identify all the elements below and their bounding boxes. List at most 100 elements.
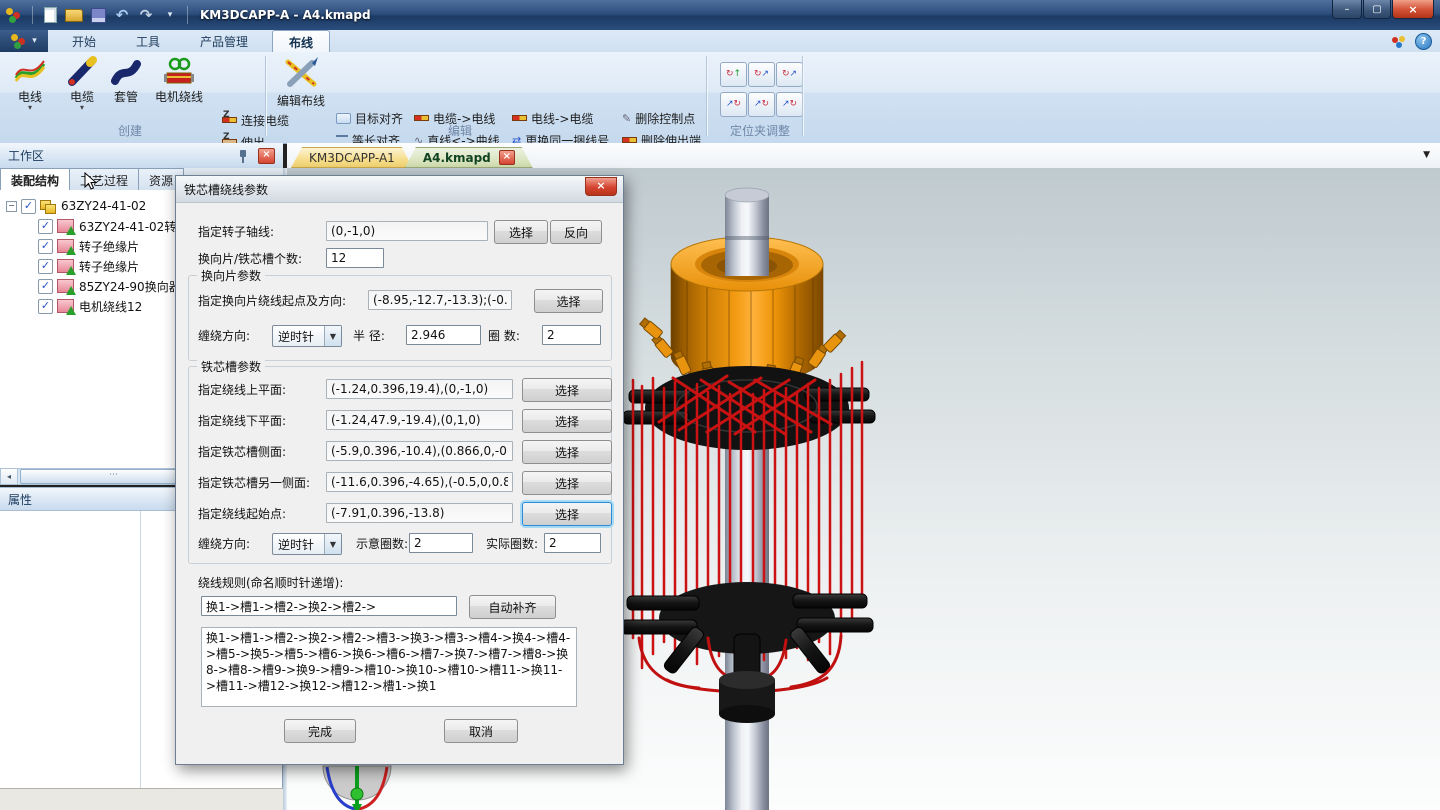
- segment-count-input[interactable]: [326, 248, 384, 268]
- chevron-down-icon: ▾: [32, 36, 37, 46]
- application-menu-button[interactable]: ▾: [0, 30, 48, 52]
- rotor-axis-input[interactable]: [326, 221, 488, 241]
- tab-list-dropdown-icon[interactable]: ▼: [1423, 150, 1430, 160]
- workspace-panel-title: 工作区: [0, 147, 238, 164]
- demo-turns-input[interactable]: [409, 533, 473, 553]
- tab-tools[interactable]: 工具: [120, 30, 176, 52]
- combo-arrow-icon: ▼: [324, 534, 341, 554]
- connect-cable-button[interactable]: Z 连接电缆: [222, 112, 289, 128]
- actual-turns-label: 实际圈数:: [486, 534, 538, 554]
- clamp-adjust-button-1[interactable]: ↻↑: [720, 62, 747, 87]
- tab-product-management[interactable]: 产品管理: [184, 30, 264, 52]
- sleeve-button[interactable]: 套管: [106, 56, 146, 105]
- chevron-down-icon: ▾: [28, 105, 32, 111]
- clamp-adjust-button-6[interactable]: ↗↻: [776, 92, 803, 117]
- clamp-adjust-button-4[interactable]: ↗↻: [720, 92, 747, 117]
- start-point-select-button[interactable]: 选择: [522, 502, 612, 526]
- properties-panel-title: 属性: [8, 491, 32, 508]
- clamp-adjust-button-3[interactable]: ↻↗: [776, 62, 803, 87]
- tree-expander-icon[interactable]: −: [6, 201, 17, 212]
- checkbox-checked[interactable]: ✓: [38, 299, 53, 314]
- lower-plane-select-button[interactable]: 选择: [522, 409, 612, 433]
- new-document-button[interactable]: [41, 7, 59, 23]
- target-align-button[interactable]: 目标对齐: [336, 110, 403, 126]
- delete-control-point-icon: ✎: [622, 113, 631, 124]
- done-button[interactable]: 完成: [284, 719, 356, 743]
- demo-turns-label: 示意圈数:: [356, 534, 408, 554]
- pin-icon[interactable]: [238, 149, 248, 163]
- edit-routing-button[interactable]: 编辑布线: [272, 56, 330, 109]
- workspace-close-button[interactable]: ×: [258, 148, 275, 164]
- dialog-close-button[interactable]: ×: [585, 177, 617, 196]
- slot-side-select-button[interactable]: 选择: [522, 440, 612, 464]
- start-point-input[interactable]: [326, 503, 513, 523]
- close-window-button[interactable]: ×: [1392, 0, 1434, 19]
- checkbox-checked[interactable]: ✓: [38, 239, 53, 254]
- tree-item-label[interactable]: 转子绝缘片: [79, 238, 139, 255]
- slot-other-side-label: 指定铁芯槽另一侧面:: [198, 473, 310, 493]
- slot-direction-combobox[interactable]: 逆时针 ▼: [272, 533, 342, 555]
- save-button[interactable]: [89, 7, 107, 23]
- edit-group-label: 编辑: [400, 122, 520, 139]
- part-icon: [57, 279, 74, 293]
- part-icon: [57, 239, 74, 253]
- dialog-title-bar[interactable]: 铁芯槽绕线参数 ×: [176, 176, 623, 203]
- help-icon[interactable]: ?: [1415, 33, 1432, 50]
- qat-dropdown-icon[interactable]: ▾: [161, 7, 179, 23]
- lower-plane-input[interactable]: [326, 410, 513, 430]
- commutator-start-input[interactable]: [368, 290, 512, 310]
- radius-input[interactable]: [406, 325, 481, 345]
- checkbox-checked[interactable]: ✓: [38, 259, 53, 274]
- wire-icon: [13, 56, 47, 86]
- rotor-axis-label: 指定转子轴线:: [198, 222, 274, 242]
- tree-item-label[interactable]: 电机绕线12: [79, 298, 142, 315]
- rotor-axis-reverse-button[interactable]: 反向: [550, 220, 602, 244]
- slot-side-input[interactable]: [326, 441, 513, 461]
- clamp-adjust-button-2[interactable]: ↻↗: [748, 62, 775, 87]
- checkbox-checked[interactable]: ✓: [21, 199, 36, 214]
- document-tab-strip: KM3DCAPP-A1 A4.kmapd ×: [287, 143, 1440, 169]
- wire-to-cable-button[interactable]: 电线->电缆: [512, 110, 593, 126]
- slot-other-side-select-button[interactable]: 选择: [522, 471, 612, 495]
- wire-button[interactable]: 电线 ▾: [8, 56, 52, 111]
- actual-turns-input[interactable]: [544, 533, 601, 553]
- rotor-axis-select-button[interactable]: 选择: [494, 220, 548, 244]
- delete-control-point-button[interactable]: ✎ 删除控制点: [622, 110, 695, 126]
- tree-root-label[interactable]: 63ZY24-41-02: [61, 199, 146, 213]
- doc-tab-close-button[interactable]: ×: [499, 150, 515, 165]
- undo-button[interactable]: ↶: [113, 7, 131, 23]
- tree-item-label[interactable]: 转子绝缘片: [79, 258, 139, 275]
- maximize-button[interactable]: ▢: [1363, 0, 1391, 19]
- tree-item-label[interactable]: 63ZY24-41-02转: [79, 218, 176, 235]
- autofill-button[interactable]: 自动补齐: [469, 595, 556, 619]
- commutator-start-select-button[interactable]: 选择: [534, 289, 603, 313]
- scroll-left-arrow[interactable]: ◂: [1, 469, 18, 484]
- winding-rule-input[interactable]: [201, 596, 457, 616]
- users-icon[interactable]: [1391, 35, 1407, 49]
- clamp-adjust-button-5[interactable]: ↗↻: [748, 92, 775, 117]
- part-icon: [57, 259, 74, 273]
- winding-rule-textarea[interactable]: 换1->槽1->槽2->换2->槽2->槽3->换3->槽3->槽4->换4->…: [201, 627, 577, 707]
- doc-tab-a4-kmapd[interactable]: A4.kmapd ×: [405, 147, 533, 168]
- tab-routing[interactable]: 布线: [272, 30, 330, 53]
- motor-winding-button[interactable]: 电机绕线: [148, 56, 210, 105]
- winding-direction-combobox[interactable]: 逆时针 ▼: [272, 325, 342, 347]
- motor-winding-icon: [161, 56, 197, 86]
- open-button[interactable]: [65, 7, 83, 23]
- tree-item-label[interactable]: 85ZY24-90换向器: [79, 278, 181, 295]
- cable-button[interactable]: 电缆 ▾: [60, 56, 104, 111]
- cancel-button[interactable]: 取消: [444, 719, 518, 743]
- minimize-button[interactable]: –: [1332, 0, 1362, 19]
- app-icon[interactable]: [6, 7, 24, 23]
- upper-plane-input[interactable]: [326, 379, 513, 399]
- upper-plane-select-button[interactable]: 选择: [522, 378, 612, 402]
- doc-tab-km3dcapp-a1[interactable]: KM3DCAPP-A1: [291, 147, 413, 168]
- checkbox-checked[interactable]: ✓: [38, 219, 53, 234]
- redo-button[interactable]: ↷: [137, 7, 155, 23]
- ribbon-tab-row: ▾ 开始 工具 产品管理 布线 ?: [0, 30, 1440, 52]
- slot-other-side-input[interactable]: [326, 472, 513, 492]
- checkbox-checked[interactable]: ✓: [38, 279, 53, 294]
- tab-start[interactable]: 开始: [56, 30, 112, 52]
- turns-input[interactable]: [542, 325, 601, 345]
- group-separator: [802, 56, 803, 136]
